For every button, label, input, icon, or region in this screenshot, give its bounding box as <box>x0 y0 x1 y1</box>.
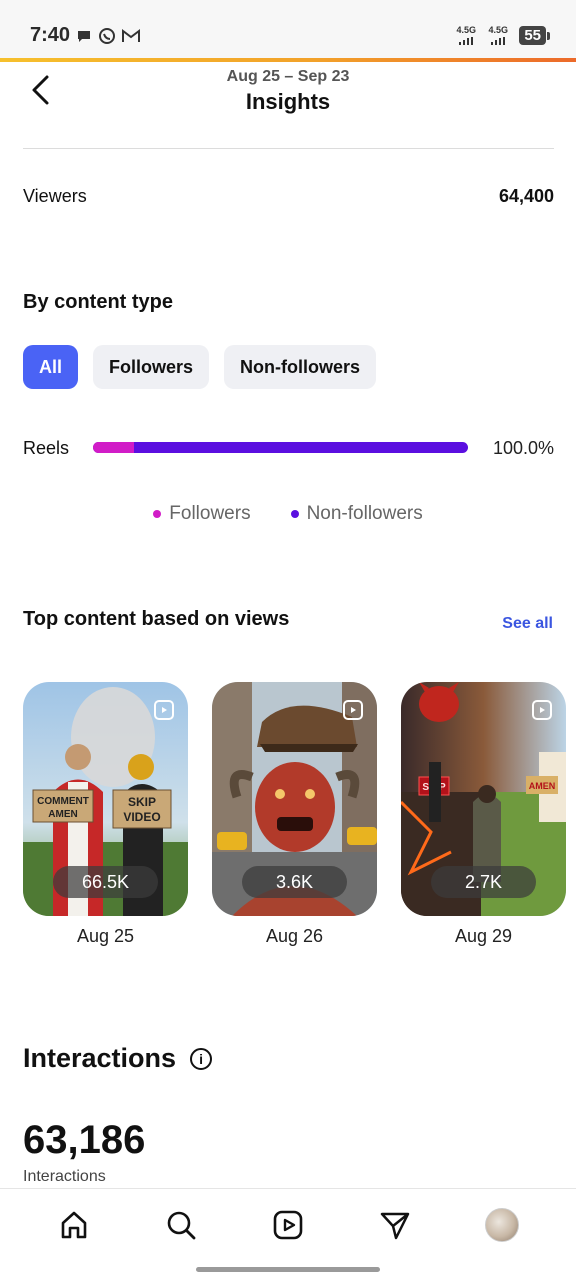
viewers-label: Viewers <box>23 186 87 206</box>
gmail-icon <box>122 29 140 42</box>
status-time: 7:40 <box>30 24 71 46</box>
messages-icon[interactable] <box>377 1207 413 1243</box>
svg-text:AMEN: AMEN <box>48 809 77 820</box>
status-bar: 7:40 4.5G 4.5G 55 <box>0 0 576 62</box>
legend-label: Followers <box>169 503 251 524</box>
reel-icon <box>532 700 552 720</box>
legend-item-followers: Followers <box>153 503 251 525</box>
home-icon[interactable] <box>56 1207 92 1243</box>
views-count: 2.7K <box>431 866 536 898</box>
signal-icon: 4.5G <box>487 26 509 45</box>
content-thumbnail[interactable]: 3.6K <box>212 682 377 916</box>
content-thumbnail[interactable]: COMMENT AMEN SKIP VIDEO 66.5K <box>23 682 188 916</box>
content-card[interactable]: COMMENT AMEN SKIP VIDEO 66.5K Aug 25 <box>23 682 188 947</box>
reels-percent: 100.0% <box>492 438 554 458</box>
section-title-interactions: Interactions <box>23 1043 177 1073</box>
content-thumbnail[interactable]: SKIP AMEN 2.7K <box>401 682 566 916</box>
chip-followers[interactable]: Followers <box>93 345 210 389</box>
views-count: 66.5K <box>53 866 158 898</box>
message-icon <box>78 31 90 42</box>
notification-icons <box>76 27 140 45</box>
divider <box>23 148 554 149</box>
content-date: Aug 26 <box>265 926 324 946</box>
search-icon[interactable] <box>163 1207 199 1243</box>
profile-avatar[interactable] <box>484 1207 520 1243</box>
non-followers-dot-icon <box>290 510 299 518</box>
reel-icon <box>154 700 174 720</box>
reels-label: Reels <box>23 438 70 458</box>
legend-item-non-followers: Non-followers <box>290 503 423 525</box>
viewers-value: 64,400 <box>498 186 554 206</box>
viewers-row: Viewers 64,400 <box>23 186 554 207</box>
home-indicator <box>196 1267 380 1272</box>
legend: Followers Non-followers <box>0 503 576 525</box>
interactions-label: Interactions <box>23 1168 106 1185</box>
info-icon[interactable]: i <box>190 1047 213 1070</box>
section-title-top-content: Top content based on views <box>23 608 290 630</box>
whatsapp-icon <box>99 28 115 44</box>
followers-dot-icon <box>153 510 162 518</box>
svg-text:SKIP: SKIP <box>128 795 156 809</box>
see-all-link[interactable]: See all <box>502 615 553 633</box>
content-card[interactable]: 3.6K Aug 26 <box>212 682 377 947</box>
interactions-header: Interactions i <box>23 1043 213 1074</box>
system-icons: 4.5G 4.5G 55 <box>455 26 550 45</box>
svg-text:COMMENT: COMMENT <box>37 796 89 807</box>
reels-icon[interactable] <box>270 1207 306 1243</box>
page-title: Insights <box>245 89 331 114</box>
chip-all[interactable]: All <box>23 345 79 389</box>
svg-text:VIDEO: VIDEO <box>123 810 160 824</box>
signal-icon: 4.5G <box>455 26 477 45</box>
section-title-content-type: By content type <box>23 291 174 313</box>
reels-row: Reels 100.0% <box>23 437 554 461</box>
content-type-filter: All Followers Non-followers <box>23 345 377 389</box>
views-count: 3.6K <box>242 866 347 898</box>
chip-non-followers[interactable]: Non-followers <box>224 345 377 389</box>
content-date: Aug 29 <box>454 926 513 946</box>
legend-label: Non-followers <box>306 503 423 524</box>
svg-text:AMEN: AMEN <box>529 781 556 791</box>
reel-icon <box>343 700 363 720</box>
top-content-carousel[interactable]: COMMENT AMEN SKIP VIDEO 66.5K Aug 25 3.6… <box>23 682 576 952</box>
reels-bar <box>93 442 468 453</box>
reels-bar-followers <box>93 442 135 453</box>
date-range: Aug 25 – Sep 23 <box>226 68 350 85</box>
status-accent-line <box>0 58 576 62</box>
battery-icon: 55 <box>519 26 550 45</box>
interactions-value: 63,186 <box>23 1118 146 1162</box>
avatar <box>485 1208 519 1242</box>
content-date: Aug 25 <box>76 926 135 946</box>
content-card[interactable]: SKIP AMEN 2.7K Aug 29 <box>401 682 566 947</box>
